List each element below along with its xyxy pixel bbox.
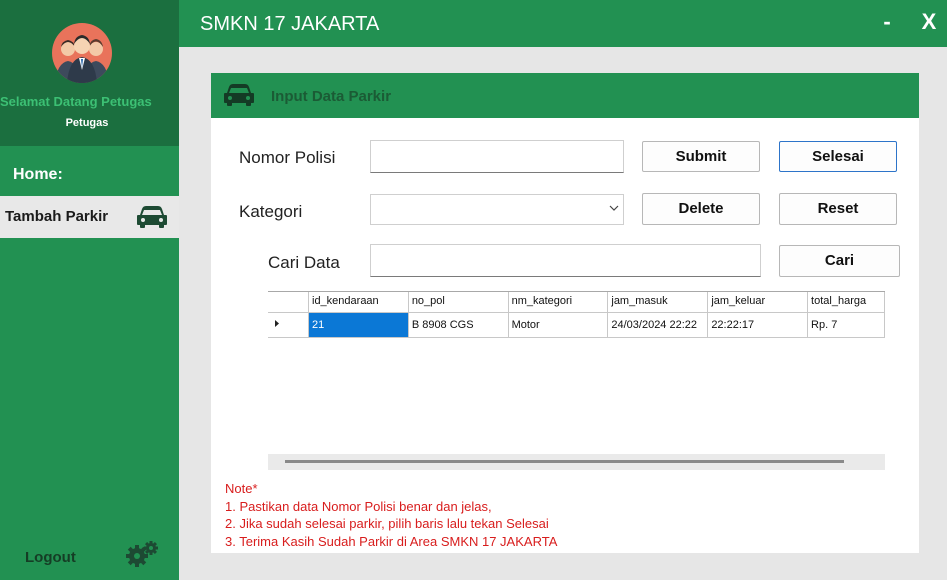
grid-corner-cell	[268, 291, 309, 313]
delete-button[interactable]: Delete	[642, 193, 760, 225]
table-row[interactable]: 21 B 8908 CGS Motor 24/03/2024 22:22 22:…	[268, 312, 885, 338]
cari-data-field[interactable]	[370, 244, 761, 277]
grid-header-row: id_kendaraan no_pol nm_kategori jam_masu…	[268, 291, 885, 313]
column-header[interactable]: id_kendaraan	[308, 291, 409, 313]
nomor-polisi-label: Nomor Polisi	[239, 148, 336, 167]
note-line: 1. Pastikan data Nomor Polisi benar dan …	[225, 498, 492, 514]
row-selector[interactable]	[268, 312, 309, 338]
users-group-icon	[52, 23, 112, 83]
app-title: SMKN 17 JAKARTA	[200, 13, 380, 35]
note-title: Note*	[225, 481, 258, 496]
gears-icon[interactable]	[125, 540, 159, 568]
column-header[interactable]: total_harga	[807, 291, 885, 313]
title-bar: SMKN 17 JAKARTA - X	[179, 0, 947, 47]
minimize-button[interactable]: -	[875, 8, 899, 38]
panel-header: Input Data Parkir	[211, 73, 919, 118]
table-cell[interactable]: Motor	[508, 312, 609, 338]
panel-title: Input Data Parkir	[271, 88, 392, 105]
scrollbar-thumb[interactable]	[285, 460, 844, 463]
cari-button[interactable]: Cari	[779, 245, 900, 277]
table-cell[interactable]: Rp. 7	[807, 312, 885, 338]
row-pointer-icon	[275, 319, 279, 327]
sidebar-item-home[interactable]: Home:	[13, 166, 63, 184]
nomor-polisi-field[interactable]	[370, 140, 624, 173]
chevron-down-icon	[609, 205, 619, 211]
table-cell[interactable]: 22:22:17	[707, 312, 809, 338]
kategori-label: Kategori	[239, 202, 303, 221]
note-line: 3. Terima Kasih Sudah Parkir di Area SMK…	[225, 533, 558, 549]
sidebar: Selamat Datang Petugas Petugas Home: Tam…	[0, 0, 179, 580]
cari-data-label: Cari Data	[268, 253, 340, 272]
input-panel: Input Data Parkir Nomor Polisi Submit Se…	[211, 73, 919, 553]
table-cell[interactable]: B 8908 CGS	[408, 312, 509, 338]
submit-button[interactable]: Submit	[642, 141, 760, 172]
sidebar-item-label: Tambah Parkir	[5, 208, 109, 225]
close-button[interactable]: X	[917, 8, 941, 38]
car-icon	[137, 206, 167, 228]
table-cell[interactable]: 21	[308, 312, 409, 338]
user-role: Petugas	[65, 117, 109, 129]
table-cell[interactable]: 24/03/2024 22:22	[607, 312, 709, 338]
column-header[interactable]: jam_masuk	[607, 291, 709, 313]
logout-button[interactable]: Logout	[25, 549, 76, 566]
horizontal-scrollbar[interactable]	[268, 454, 885, 470]
grid-table: id_kendaraan no_pol nm_kategori jam_masu…	[268, 291, 885, 338]
data-grid[interactable]: id_kendaraan no_pol nm_kategori jam_masu…	[268, 291, 885, 470]
column-header[interactable]: nm_kategori	[508, 291, 609, 313]
column-header[interactable]: jam_keluar	[707, 291, 809, 313]
car-icon	[224, 84, 254, 106]
kategori-select[interactable]	[370, 194, 624, 225]
selesai-button[interactable]: Selesai	[779, 141, 897, 172]
grid-top-border	[268, 291, 885, 292]
note-line: 2. Jika sudah selesai parkir, pilih bari…	[225, 516, 549, 531]
notes-block: Note* 1. Pastikan data Nomor Polisi bena…	[225, 480, 557, 550]
column-header[interactable]: no_pol	[408, 291, 509, 313]
nomor-polisi-input[interactable]	[371, 141, 623, 172]
reset-button[interactable]: Reset	[779, 193, 897, 225]
sidebar-profile-area: Selamat Datang Petugas Petugas	[0, 0, 179, 146]
welcome-text: Selamat Datang Petugas	[0, 94, 152, 109]
sidebar-item-tambah-parkir[interactable]: Tambah Parkir	[0, 196, 179, 238]
cari-data-input[interactable]	[371, 245, 760, 276]
